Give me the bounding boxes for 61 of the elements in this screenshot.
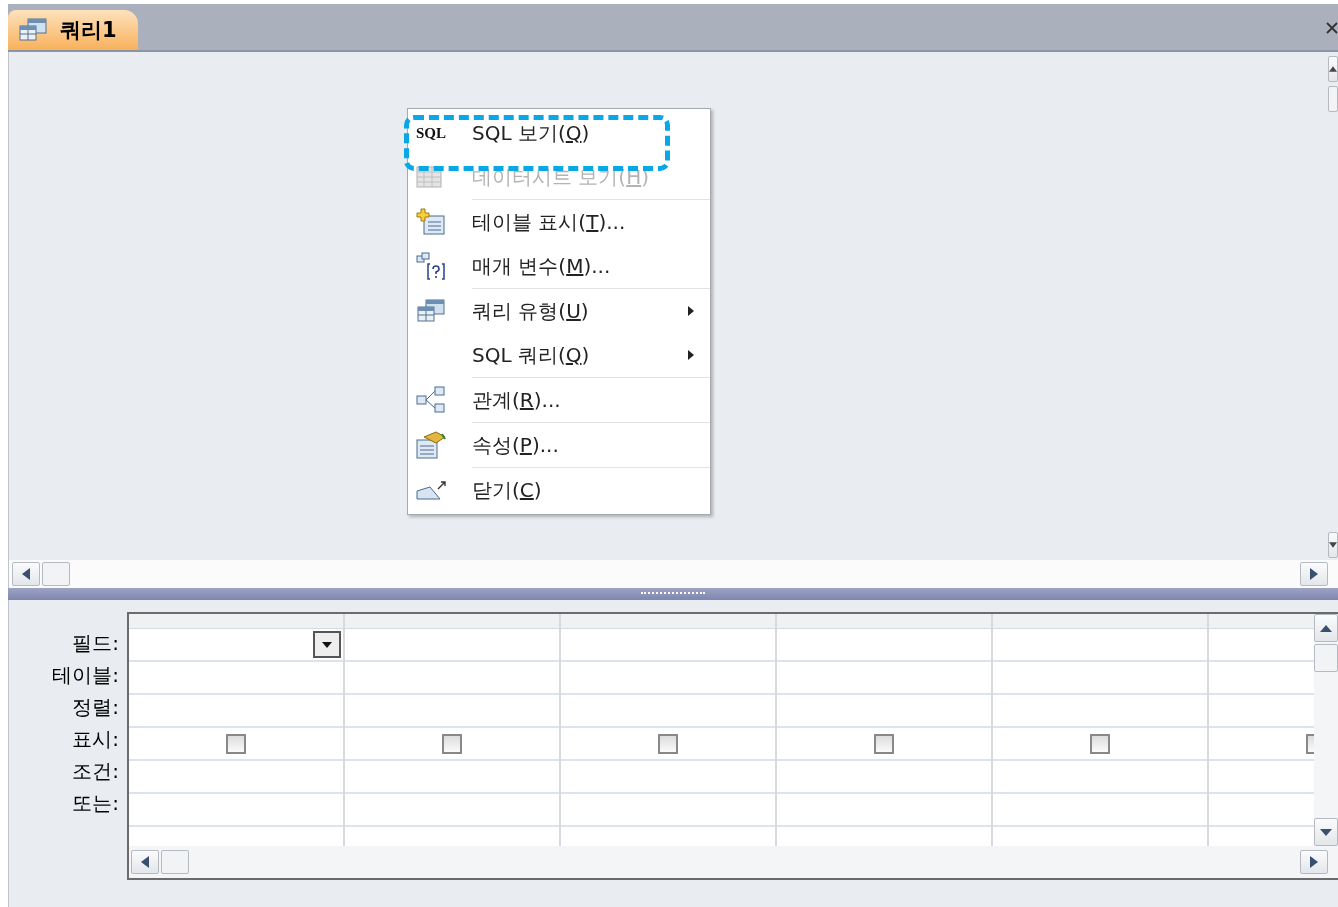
scroll-thumb[interactable] [1314,644,1338,672]
scroll-left-button[interactable] [12,562,40,586]
vertical-scrollbar[interactable] [1314,614,1338,846]
submenu-arrow-icon [688,306,694,316]
document-tab[interactable]: 쿼리1 [8,10,138,50]
query-icon [416,298,446,324]
dropdown-button[interactable] [313,631,341,658]
row-label: 필드: [71,630,120,657]
vertical-scrollbar[interactable] [1328,56,1338,560]
right-arrow-icon [1310,856,1318,868]
scroll-right-button[interactable] [1300,850,1328,874]
sql-icon: SQL [416,124,446,142]
scroll-thumb[interactable] [161,850,189,874]
row-label: 정렬: [71,694,120,721]
scroll-left-button[interactable] [131,850,159,874]
close-icon[interactable] [1326,22,1338,34]
row-label: 표시: [71,726,120,753]
column-selector[interactable] [561,614,775,629]
checkbox[interactable] [1090,733,1110,754]
add-table-icon [416,208,446,236]
column-selector[interactable] [777,614,991,629]
left-arrow-icon [22,568,30,580]
row-label: 테이블: [51,662,120,689]
properties-icon [416,431,446,459]
down-arrow-icon [1329,542,1337,548]
up-arrow-icon [1329,66,1337,72]
menu-item[interactable]: 속성(P)... [408,423,710,467]
horizontal-scrollbar[interactable] [129,846,1338,878]
scroll-right-button[interactable] [1300,562,1328,586]
left-arrow-icon [141,856,149,868]
column-selector[interactable] [993,614,1207,629]
menu-item[interactable]: 쿼리 유형(U) [408,289,710,333]
menu-item[interactable]: 테이블 표시(T)... [408,200,710,244]
scroll-up-button[interactable] [1314,614,1338,642]
menu-item[interactable]: SQL 쿼리(Q) [408,333,710,377]
query-icon [18,18,48,42]
grid-cell[interactable] [129,629,343,662]
menu-item[interactable]: 관계(R)... [408,378,710,422]
checkbox[interactable] [658,733,678,754]
scroll-down-button[interactable] [1328,532,1338,558]
right-arrow-icon [1310,568,1318,580]
menu-item[interactable]: 매개 변수(M)... [408,244,710,288]
checkbox[interactable] [226,733,246,754]
menu-item[interactable]: SQL SQL 보기(Q) [408,111,710,155]
row-label: 또는: [71,790,120,817]
horizontal-scrollbar[interactable] [9,560,1338,588]
up-arrow-icon [1320,624,1332,632]
relationships-icon [416,386,446,414]
scroll-thumb[interactable] [42,562,70,586]
close-document-icon [416,479,448,501]
row-label: 조건: [71,758,120,785]
menu-item[interactable]: 닫기(C) [408,468,710,512]
submenu-arrow-icon [688,350,694,360]
checkbox[interactable] [442,733,462,754]
scroll-up-button[interactable] [1328,56,1338,82]
parameter-icon [416,252,446,280]
checkbox[interactable] [874,733,894,754]
scroll-down-button[interactable] [1314,818,1338,846]
caret-icon [322,641,332,648]
scroll-thumb[interactable] [1328,86,1338,112]
down-arrow-icon [1320,828,1332,836]
